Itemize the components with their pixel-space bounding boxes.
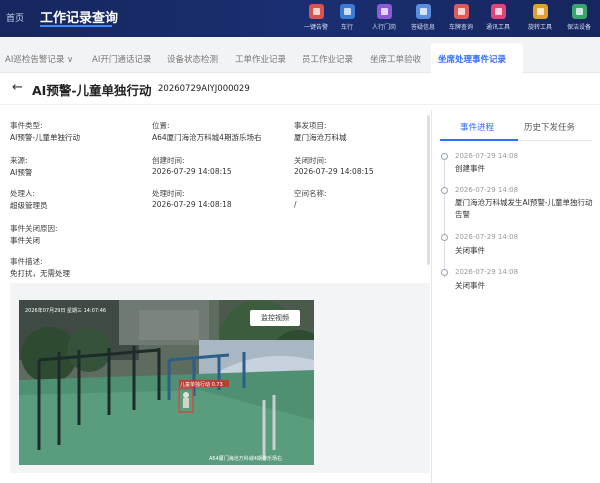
car-icon (339, 4, 355, 19)
timeline-dot (441, 187, 448, 194)
source-label: 来源: (10, 156, 28, 165)
surveillance-video-button[interactable]: 监控视频 (250, 310, 300, 326)
timeline-dot (441, 234, 448, 241)
closed-time-label: 关闭时间: (294, 156, 327, 165)
tab-seat-acceptance[interactable]: 坐席工单验收 (370, 53, 421, 65)
tab-staff-work[interactable]: 员工作业记录 (302, 53, 353, 65)
tab-device-status[interactable]: 设备状态检测 (167, 53, 218, 65)
header-divider (0, 104, 600, 105)
tool-comm-button[interactable]: 通讯工具 (480, 2, 516, 35)
timeline-time: 2026-07-29 14:08 (455, 233, 519, 241)
cleaning-icon (571, 4, 587, 19)
osd-camera-label: A64厦门海沧万科城4期游乐场右 (209, 455, 282, 462)
description-label: 事件描述: (10, 257, 43, 266)
timeline-text: 关闭事件 (455, 281, 485, 290)
timeline-dot (441, 269, 448, 276)
location-value: A64厦门海沧万科城4期游乐场右 (152, 133, 262, 142)
person-gate-icon (376, 4, 392, 19)
tab-work-order[interactable]: 工单作业记录 (235, 53, 286, 65)
detection-label: 儿童单独行动 0.73 (180, 381, 223, 388)
page-title: AI预警-儿童单独行动 (32, 83, 152, 98)
panel-divider (431, 110, 432, 483)
tool-vehicle-button[interactable]: 车行 (329, 2, 365, 35)
location-label: 位置: (152, 121, 170, 130)
active-right-tab-indicator (440, 139, 518, 141)
timeline-time: 2026-07-29 14:08 (455, 268, 519, 276)
event-type-value: AI预警-儿童单独行动 (10, 133, 81, 142)
osd-timestamp: 2026年07月29日 星期三 14:07:46 (25, 307, 106, 314)
app-title: 工作记录查询 (40, 11, 119, 26)
close-reason-value: 事件关闭 (10, 236, 40, 245)
timeline-time: 2026-07-29 14:08 (455, 186, 519, 194)
title-underline (40, 25, 112, 27)
tool-plate-query-button[interactable]: 车牌查询 (443, 2, 479, 35)
home-link[interactable]: 首页 (6, 11, 24, 24)
tool-gate-button[interactable]: 人行门岗 (366, 2, 402, 35)
timeline-text: 创建事件 (455, 164, 485, 173)
created-time-value: 2026-07-29 14:08:15 (152, 167, 232, 176)
description-value: 免打扰，无需处理 (10, 269, 70, 278)
content-scrollbar[interactable] (427, 115, 430, 265)
handled-time-label: 处理时间: (152, 189, 185, 198)
space-value: / (294, 200, 297, 209)
timeline-time: 2026-07-29 14:08 (455, 152, 519, 160)
space-label: 空间名称: (294, 189, 327, 198)
timeline-line (444, 158, 445, 278)
timeline-dot (441, 153, 448, 160)
tool-info-button[interactable]: 答疑信息 (405, 2, 441, 35)
timeline-text: 关闭事件 (455, 246, 485, 255)
event-id: 20260729AIYJ000029 (158, 84, 250, 94)
comm-icon (490, 4, 506, 19)
created-time-label: 创建时间: (152, 156, 185, 165)
plate-icon (453, 4, 469, 19)
info-icon (415, 4, 431, 19)
project-value: 厦门海沧万科城 (294, 133, 347, 142)
tab-event-progress[interactable]: 事件进程 (460, 121, 494, 133)
handler-value: 超级管理员 (10, 201, 48, 210)
source-value: AI预警 (10, 168, 33, 177)
back-arrow-icon[interactable]: ← (12, 80, 23, 95)
tool-cleaning-button[interactable]: 保洁设备 (561, 2, 597, 35)
tab-history-tasks[interactable]: 历史下发任务 (524, 121, 575, 133)
timeline-text: 厦门海沧万科城发生AI预警-儿童单独行动告警 (455, 198, 593, 219)
tab-ai-door-call[interactable]: AI开门通话记录 (92, 53, 151, 65)
tab-ai-patrol[interactable]: AI巡检告警记录 ∨ (5, 53, 73, 65)
alarm-icon (308, 4, 324, 19)
event-type-label: 事件类型: (10, 121, 43, 130)
tab-seat-events[interactable]: 坐席处理事件记录 (438, 53, 506, 65)
handled-time-value: 2026-07-29 14:08:18 (152, 200, 232, 209)
closed-time-value: 2026-07-29 14:08:15 (294, 167, 374, 176)
handler-label: 处理人: (10, 189, 36, 198)
close-reason-label: 事件关闭原因: (10, 224, 58, 233)
top-bar: 首页 工作记录查询 一键告警 车行 人行门岗 答疑信息 车牌查询 通讯工具 旋转… (0, 0, 600, 37)
rotate-icon (532, 4, 548, 19)
tool-rotate-button[interactable]: 旋转工具 (522, 2, 558, 35)
project-label: 事发项目: (294, 121, 327, 130)
